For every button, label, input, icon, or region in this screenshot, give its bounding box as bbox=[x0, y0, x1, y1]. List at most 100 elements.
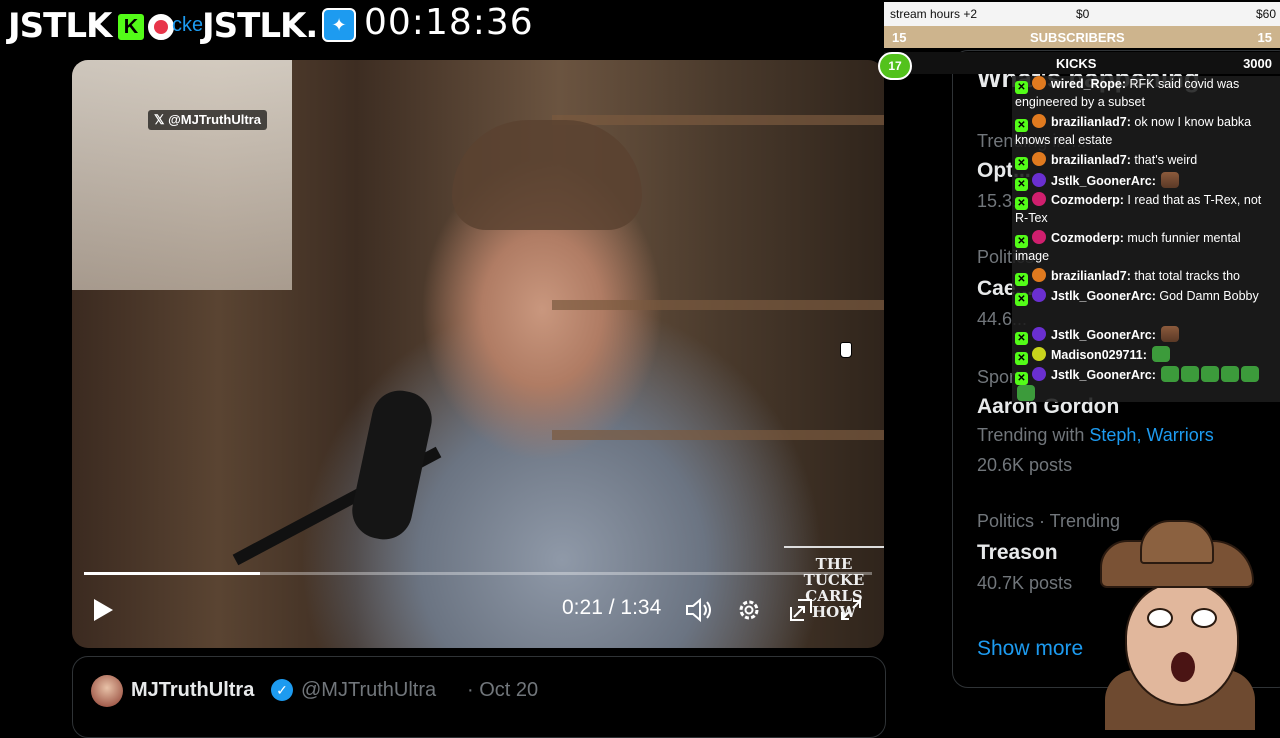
video-shelf bbox=[552, 430, 884, 440]
video-shelf bbox=[552, 300, 884, 310]
kick-icon: K bbox=[116, 12, 146, 42]
pepe-emote-icon bbox=[1221, 366, 1240, 382]
avatar-eye bbox=[1147, 608, 1173, 628]
tweet-author-handle[interactable]: @MJTruthUltra bbox=[301, 679, 436, 702]
video-time: 0:21 / 1:34 bbox=[562, 596, 661, 620]
trend-count: 40.7K posts bbox=[977, 573, 1073, 593]
time-separator: / bbox=[602, 596, 621, 619]
chat-message: ✕ Jstlk_GoonerArc: bbox=[1015, 326, 1277, 345]
fullscreen-icon[interactable] bbox=[836, 594, 866, 634]
kick-mod-icon: ✕ bbox=[1015, 293, 1028, 306]
subs-label: SUBSCRIBERS bbox=[1030, 30, 1125, 45]
trend-related: Trending with Steph, Warriors bbox=[977, 425, 1214, 445]
user-badge-icon bbox=[1032, 152, 1046, 166]
chat-username: brazilianlad7 bbox=[1051, 115, 1127, 129]
chat-message: ✕ brazilianlad7: that total tracks tho bbox=[1015, 268, 1277, 286]
chat-message: ✕ Jstlk_GoonerArc: bbox=[1015, 172, 1277, 191]
mouse-cursor bbox=[840, 342, 852, 358]
user-badge-icon bbox=[1032, 230, 1046, 244]
chat-message: ✕ Jstlk_GoonerArc: God Damn Bobby bbox=[1015, 288, 1277, 306]
avatar-face bbox=[1125, 582, 1239, 706]
twitter-bird-icon: ✦ bbox=[322, 8, 356, 42]
user-badge-icon bbox=[1032, 347, 1046, 361]
chat-message: ✕ brazilianlad7: ok now I know babka know… bbox=[1015, 114, 1252, 147]
brand-logo-left: JSTLK bbox=[8, 6, 112, 46]
chat-username: Cozmoderp bbox=[1051, 231, 1120, 245]
kicks-label: KICKS bbox=[1056, 56, 1097, 71]
chat-text: that total tracks tho bbox=[1134, 269, 1240, 283]
pepe-emote-icon bbox=[1152, 346, 1171, 362]
chat-message: ✕ Cozmoderp: much funnier mental image bbox=[1015, 230, 1241, 263]
kick-mod-icon: ✕ bbox=[1015, 81, 1028, 94]
goal-label: stream hours +2 bbox=[890, 7, 978, 21]
verified-badge-icon: ✓ bbox=[271, 679, 293, 701]
user-badge-icon bbox=[1032, 288, 1046, 302]
pepe-emote-icon bbox=[1017, 385, 1035, 401]
user-badge-icon bbox=[1032, 268, 1046, 282]
chat-text: God Damn Bobby bbox=[1159, 289, 1259, 303]
tweet-date[interactable]: · Oct 20 bbox=[467, 679, 538, 702]
chat-username: Madison029711 bbox=[1051, 348, 1143, 362]
tweet-author-name[interactable]: MJTruthUltra bbox=[131, 679, 254, 702]
detective-avatar-overlay bbox=[1090, 520, 1260, 730]
video-progress-bar[interactable] bbox=[84, 572, 872, 575]
kick-mod-icon: ✕ bbox=[1015, 157, 1028, 170]
chat-message: ✕ Madison029711: bbox=[1015, 346, 1277, 365]
kick-mod-icon: ✕ bbox=[1015, 372, 1028, 385]
chat-username: Cozmoderp bbox=[1051, 193, 1120, 207]
chat-message: ✕ wired_Rope: RFK said covid was engineer… bbox=[1015, 76, 1240, 109]
kick-mod-icon: ✕ bbox=[1015, 119, 1028, 132]
pepe-emote-icon bbox=[1241, 366, 1260, 382]
kick-mod-icon: ✕ bbox=[1015, 197, 1028, 210]
avatar-eye bbox=[1191, 608, 1217, 628]
play-icon[interactable] bbox=[88, 594, 118, 634]
user-badge-icon bbox=[1032, 173, 1046, 187]
ghost-text: cke bbox=[172, 14, 204, 36]
tweet-card[interactable]: MJTruthUltra ✓ @MJTruthUltra · Oct 20 bbox=[72, 656, 886, 738]
kick-mod-icon: ✕ bbox=[1015, 178, 1028, 191]
video-shelf bbox=[552, 115, 884, 125]
chat-text: that's weird bbox=[1134, 153, 1198, 167]
chat-username: brazilianlad7 bbox=[1051, 269, 1127, 283]
video-watermark: 𝕏 @MJTruthUltra bbox=[148, 110, 267, 130]
kick-mod-icon: ✕ bbox=[1015, 352, 1028, 365]
trend-link-steph[interactable]: Steph bbox=[1089, 425, 1136, 445]
chat-username: wired_Rope bbox=[1051, 77, 1122, 91]
pip-icon[interactable] bbox=[786, 594, 816, 634]
chat-username: brazilianlad7 bbox=[1051, 153, 1127, 167]
kicks-bar: KICKS 3000 bbox=[884, 52, 1280, 74]
goal-current: $0 bbox=[1076, 7, 1090, 21]
subscribers-bar: 15 SUBSCRIBERS 15 bbox=[884, 26, 1280, 48]
video-progress-fill bbox=[84, 572, 260, 575]
duration: 1:34 bbox=[620, 596, 662, 619]
current-time: 0:21 bbox=[562, 596, 603, 619]
goal-bar: stream hours +2 $0 $60 bbox=[884, 2, 1280, 26]
kicks-count-badge: 17 bbox=[878, 52, 912, 80]
video-player[interactable]: 𝕏 @MJTruthUltra THE TUCKE CARLS HOW 0:21… bbox=[72, 60, 884, 648]
pepe-emote-icon bbox=[1181, 366, 1200, 382]
chat-message: ✕ brazilianlad7: that's weird bbox=[1015, 152, 1277, 170]
chat-username: Jstlk_GoonerArc bbox=[1051, 289, 1152, 303]
kicks-target: 3000 bbox=[1243, 56, 1272, 71]
user-badge-icon bbox=[1032, 192, 1046, 206]
pepe-emote-icon bbox=[1201, 366, 1220, 382]
trend-link-warriors[interactable]: Warriors bbox=[1146, 425, 1213, 445]
goal-target: $60 bbox=[1255, 7, 1276, 21]
avatar[interactable] bbox=[91, 675, 123, 707]
user-badge-icon bbox=[1032, 76, 1046, 90]
brand-logo-right: JSTLK. bbox=[202, 6, 318, 46]
kick-mod-icon: ✕ bbox=[1015, 235, 1028, 248]
volume-icon[interactable] bbox=[682, 594, 716, 634]
show-logo-line: THE bbox=[815, 555, 853, 573]
kick-mod-icon: ✕ bbox=[1015, 273, 1028, 286]
subs-left-count: 15 bbox=[892, 30, 907, 45]
face-emote-icon bbox=[1161, 326, 1180, 342]
user-badge-icon bbox=[1032, 367, 1046, 381]
trend-related-label: Trending with bbox=[977, 425, 1090, 445]
settings-gear-icon[interactable] bbox=[734, 594, 764, 634]
trend-topic[interactable]: Treason bbox=[977, 541, 1058, 565]
chat-message: ✕ Cozmoderp: I read that as T-Rex, not R-… bbox=[1015, 192, 1262, 225]
show-more-link[interactable]: Show more bbox=[977, 637, 1083, 661]
chat-message: ✕ Jstlk_GoonerArc: bbox=[1015, 366, 1277, 402]
video-window-backdrop bbox=[72, 60, 292, 290]
